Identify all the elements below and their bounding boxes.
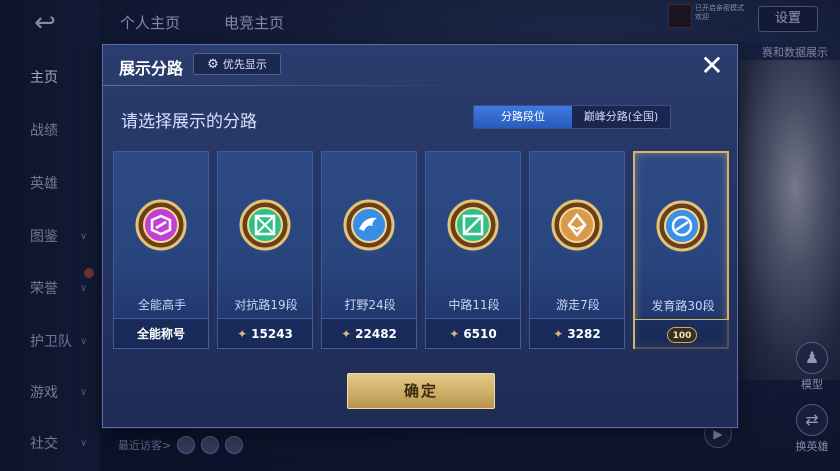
clash-lane-medal-icon <box>236 196 294 254</box>
lane-card-footer: 100 <box>635 319 729 349</box>
lane-rank-label: 全能高手 <box>137 298 186 312</box>
lane-rank-label: 发育路30段 <box>651 299 715 313</box>
lane-rank-label: 打野24段 <box>344 298 396 312</box>
dialog-subtitle: 请选择展示的分路 <box>121 112 257 132</box>
confirm-button[interactable]: 确定 <box>347 373 495 409</box>
dialog-title: 展示分路 <box>119 59 184 78</box>
points-value: 3282 <box>567 326 601 341</box>
lane-card-footer: ✦ 15243 <box>218 318 312 348</box>
lane-mode-toggle: 分路段位 巅峰分路(全国) <box>473 105 671 129</box>
all-round-medal-icon <box>132 196 190 254</box>
lane-rank-label: 中路11段 <box>448 298 500 312</box>
lane-card-list: 全能高手 全能称号 对抗路19段 ✦ 15243 打野24段 ✦ 22482 中路1… <box>113 151 729 349</box>
lane-card-mid[interactable]: 中路11段 ✦ 6510 <box>425 151 521 349</box>
close-icon: ✕ <box>700 49 724 82</box>
lane-card-footer: 全能称号 <box>114 318 208 348</box>
priority-display-button[interactable]: ⚙ 优先显示 <box>193 53 281 75</box>
lane-card-roam[interactable]: 游走7段 ✦ 3282 <box>529 151 625 349</box>
points-value: 22482 <box>355 326 397 341</box>
jungle-medal-icon <box>340 196 398 254</box>
star-count-badge: 100 <box>667 326 697 343</box>
gear-icon: ⚙ <box>207 56 219 72</box>
lane-rank-label: 游走7段 <box>556 298 600 312</box>
lane-card-footer: ✦ 3282 <box>530 318 624 348</box>
lane-card-footer: ✦ 22482 <box>322 318 416 348</box>
points-icon: ✦ <box>237 326 248 341</box>
lane-card-all-round[interactable]: 全能高手 全能称号 <box>113 151 209 349</box>
mid-lane-medal-icon <box>444 196 502 254</box>
points-value: 15243 <box>251 326 293 341</box>
points-icon: ✦ <box>553 326 564 341</box>
roam-medal-icon <box>548 196 606 254</box>
title-divider <box>103 85 483 86</box>
farm-lane-medal-icon <box>653 197 711 255</box>
lane-card-clash[interactable]: 对抗路19段 ✦ 15243 <box>217 151 313 349</box>
lane-display-dialog: 展示分路 ⚙ 优先显示 ✕ 请选择展示的分路 分路段位 巅峰分路(全国) 全能高… <box>102 44 738 428</box>
points-icon: ✦ <box>341 326 352 341</box>
close-button[interactable]: ✕ <box>697 51 727 81</box>
lane-rank-label: 对抗路19段 <box>234 298 298 312</box>
priority-display-label: 优先显示 <box>222 58 267 71</box>
tab-peak-lane[interactable]: 巅峰分路(全国) <box>572 106 670 128</box>
title-label: 全能称号 <box>136 327 185 341</box>
points-value: 6510 <box>463 326 497 341</box>
lane-card-jungle[interactable]: 打野24段 ✦ 22482 <box>321 151 417 349</box>
lane-card-farm[interactable]: 发育路30段 100 <box>633 151 729 349</box>
lane-card-footer: ✦ 6510 <box>426 318 520 348</box>
points-icon: ✦ <box>449 326 460 341</box>
tab-lane-rank[interactable]: 分路段位 <box>474 106 572 128</box>
